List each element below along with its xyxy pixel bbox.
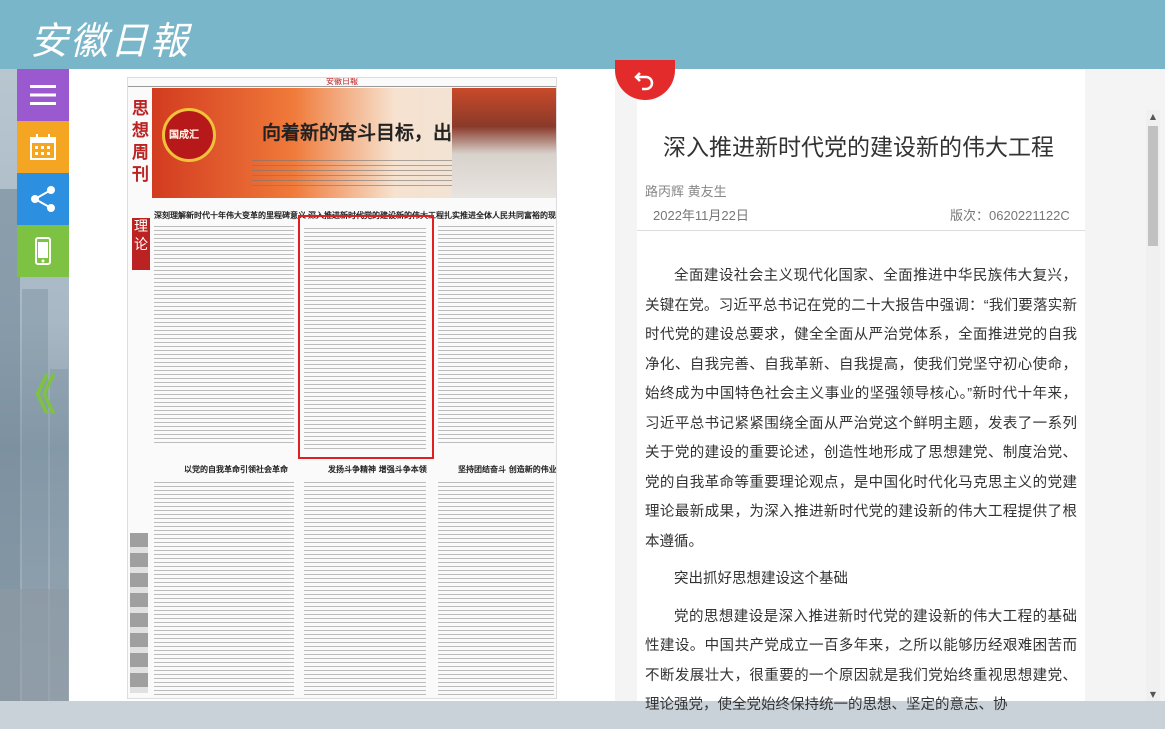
article-subheading: 突出抓好思想建设这个基础 xyxy=(674,571,848,587)
section-title-vertical: 思想周刊 xyxy=(132,99,149,185)
page-header-strip: 安徽日報 xyxy=(128,78,556,87)
share-icon xyxy=(31,186,55,212)
article-date: 2022年11月22日 xyxy=(653,208,749,223)
selected-article-highlight[interactable] xyxy=(298,215,434,459)
headline-5[interactable]: 发扬斗争精神 增强斗争本领 xyxy=(328,464,427,475)
return-arrow-icon xyxy=(634,72,654,91)
text-column xyxy=(154,482,294,698)
site-header: 安徽日報 xyxy=(0,0,1165,69)
page-masthead: 安徽日報 xyxy=(326,77,358,86)
scroll-up-icon[interactable]: ▲ xyxy=(1148,112,1158,121)
qr-code-strip xyxy=(130,533,148,693)
share-button[interactable] xyxy=(17,173,69,225)
text-column xyxy=(438,482,554,698)
banner-text-block xyxy=(252,160,452,188)
section-label: 理论 xyxy=(132,218,150,270)
headline-1[interactable]: 深刻理解新时代十年伟大变革的里程碑意义 xyxy=(154,210,306,221)
divider xyxy=(637,230,1085,231)
mobile-icon xyxy=(35,237,51,265)
scroll-down-icon[interactable]: ▼ xyxy=(1148,690,1158,699)
article-version: 版次：0620221122C xyxy=(950,208,1070,223)
calendar-icon xyxy=(30,134,56,160)
newspaper-viewer: 安徽日報 思想周刊 理论 国成汇 向着新的奋斗目标，出发！ 深刻理解新时代十年伟… xyxy=(69,69,615,701)
article-paragraph: 党的思想建设是深入推进新时代党的建设新的伟大工程的基础性建设。中国共产党成立一百… xyxy=(645,608,1077,714)
scroll-thumb[interactable] xyxy=(1148,126,1158,246)
site-logo[interactable]: 安徽日報 xyxy=(30,10,190,65)
menu-button[interactable] xyxy=(17,69,69,121)
banner-photo xyxy=(452,88,556,198)
text-column xyxy=(304,482,426,698)
article-authors: 路丙辉 黄友生 xyxy=(645,184,727,199)
article-paragraph: 全面建设社会主义现代化国家、全面推进中华民族伟大复兴，关键在党。习近平总书记在党… xyxy=(645,268,1077,550)
text-column xyxy=(438,226,554,446)
article-body: 全面建设社会主义现代化国家、全面推进中华民族伟大复兴，关键在党。习近平总书记在党… xyxy=(645,262,1077,729)
headline-6[interactable]: 坚持团结奋斗 创造新的伟业 xyxy=(458,464,556,475)
headline-4[interactable]: 以党的自我革命引领社会革命 xyxy=(184,464,288,475)
calendar-button[interactable] xyxy=(17,121,69,173)
article-scrollbar[interactable]: ▲ ▼ xyxy=(1146,110,1160,701)
headline-3[interactable]: 扎实推进全体人民共同富裕的现代化 xyxy=(444,210,556,221)
text-column xyxy=(154,226,294,446)
page-banner: 国成汇 向着新的奋斗目标，出发！ xyxy=(152,88,556,198)
previous-page-arrow-icon[interactable]: 《 xyxy=(14,362,56,423)
mobile-button[interactable] xyxy=(17,225,69,277)
article-title: 深入推进新时代党的建设新的伟大工程 xyxy=(663,134,1054,160)
menu-icon xyxy=(30,85,56,105)
banner-emblem-icon: 国成汇 xyxy=(162,108,216,162)
newspaper-page[interactable]: 安徽日報 思想周刊 理论 国成汇 向着新的奋斗目标，出发！ 深刻理解新时代十年伟… xyxy=(127,77,557,699)
